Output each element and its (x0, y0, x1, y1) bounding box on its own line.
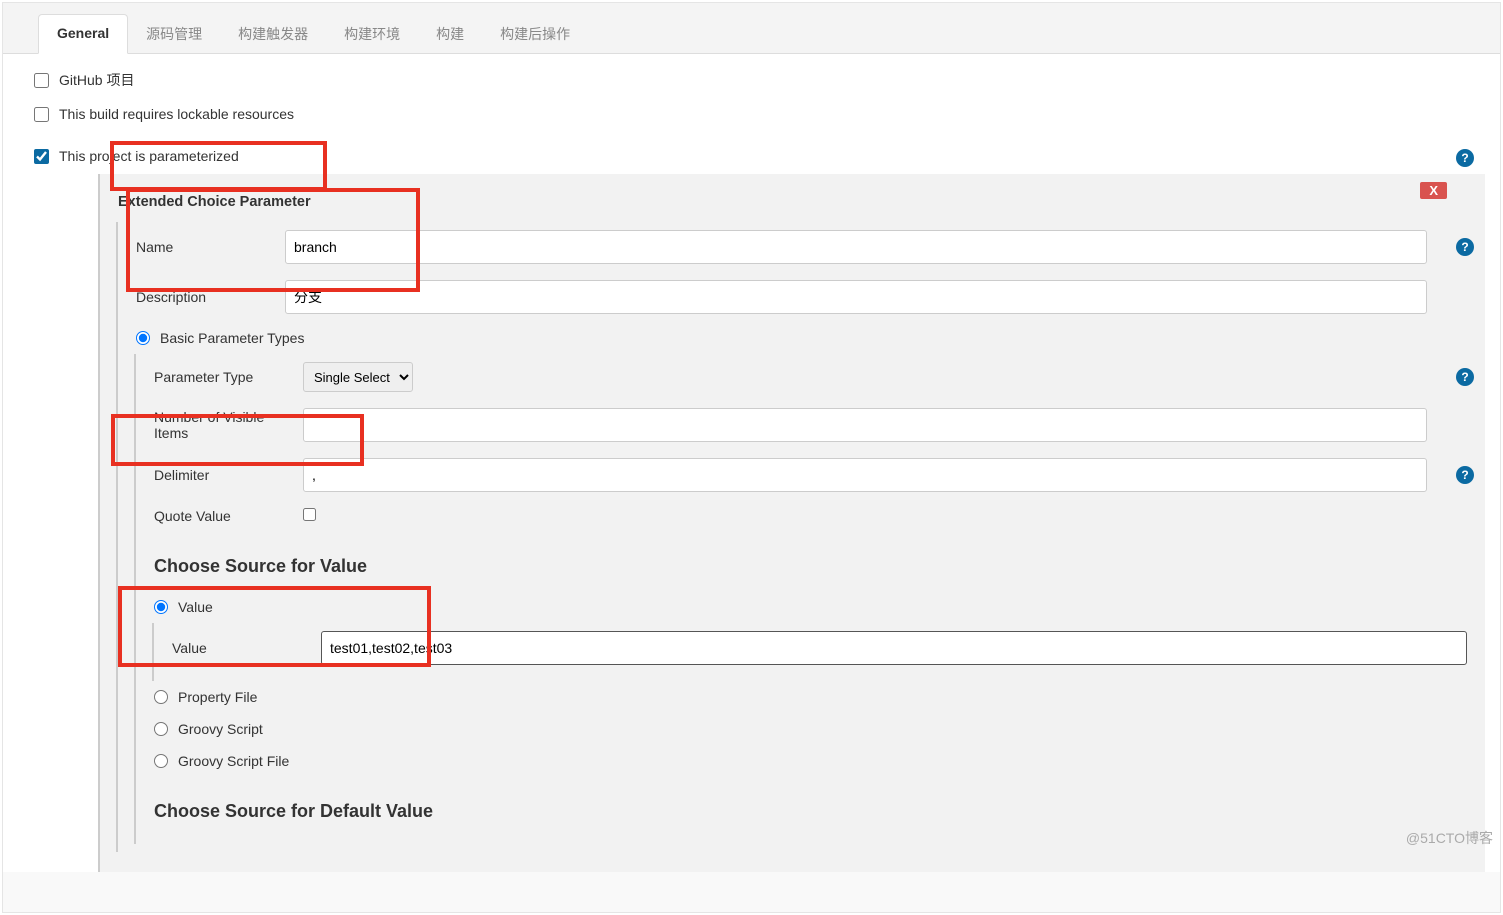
radio-basic-parameter-types[interactable] (136, 331, 150, 345)
tab-env[interactable]: 构建环境 (326, 14, 418, 54)
checkbox-quote-value[interactable] (303, 508, 316, 521)
help-icon[interactable]: ? (1456, 466, 1474, 484)
tab-scm[interactable]: 源码管理 (128, 14, 220, 54)
label-property-file: Property File (178, 689, 257, 705)
label-quote-value: Quote Value (154, 508, 299, 524)
checkbox-github-project[interactable] (34, 73, 49, 88)
help-icon[interactable]: ? (1456, 149, 1474, 167)
help-icon[interactable]: ? (1456, 368, 1474, 386)
section-header-extended-choice: Extended Choice Parameter (100, 174, 1485, 222)
row-groovy-script: Groovy Script (136, 713, 1485, 745)
label-visible-items: Number of Visible Items (154, 409, 299, 441)
label-basic-parameter-types: Basic Parameter Types (160, 330, 304, 346)
tab-triggers[interactable]: 构建触发器 (220, 14, 326, 54)
heading-choose-source-value: Choose Source for Value (136, 532, 1485, 591)
checkbox-lockable[interactable] (34, 107, 49, 122)
help-icon[interactable]: ? (1456, 238, 1474, 256)
row-groovy-script-file: Groovy Script File (136, 745, 1485, 777)
radio-source-value[interactable] (154, 600, 168, 614)
label-description: Description (136, 289, 281, 305)
label-source-value: Value (178, 599, 213, 615)
label-delimiter: Delimiter (154, 467, 299, 483)
label-lockable: This build requires lockable resources (59, 106, 294, 122)
row-parameterized: This project is parameterized (18, 142, 1445, 170)
row-github-project: GitHub 项目 (18, 64, 1485, 96)
radio-groovy-script-file[interactable] (154, 754, 168, 768)
label-groovy-script: Groovy Script (178, 721, 263, 737)
input-description[interactable] (285, 280, 1427, 314)
input-value[interactable] (321, 631, 1467, 665)
heading-choose-source-default: Choose Source for Default Value (136, 777, 1485, 836)
input-delimiter[interactable] (303, 458, 1427, 492)
config-tabs: General 源码管理 构建触发器 构建环境 构建 构建后操作 (3, 3, 1500, 54)
tab-build[interactable]: 构建 (418, 14, 482, 54)
label-parameterized: This project is parameterized (59, 148, 239, 164)
label-name: Name (136, 239, 281, 255)
extended-choice-parameter-block: X Extended Choice Parameter Name ? (98, 174, 1485, 872)
row-property-file: Property File (136, 681, 1485, 713)
checkbox-parameterized[interactable] (34, 149, 49, 164)
select-parameter-type[interactable]: Single Select (303, 362, 413, 392)
watermark: @51CTO博客 (1406, 828, 1493, 848)
tab-general[interactable]: General (38, 14, 128, 54)
radio-groovy-script[interactable] (154, 722, 168, 736)
row-lockable: This build requires lockable resources (18, 100, 1485, 128)
row-source-value: Value (136, 591, 1485, 623)
radio-property-file[interactable] (154, 690, 168, 704)
label-parameter-type: Parameter Type (154, 369, 299, 385)
row-basic-parameter-types: Basic Parameter Types (118, 322, 1485, 354)
input-name[interactable] (285, 230, 1427, 264)
label-github-project: GitHub 项目 (59, 70, 134, 90)
label-value-field: Value (172, 640, 317, 656)
tab-postbuild[interactable]: 构建后操作 (482, 14, 588, 54)
delete-parameter-button[interactable]: X (1420, 182, 1447, 199)
label-groovy-script-file: Groovy Script File (178, 753, 289, 769)
input-visible-items[interactable] (303, 408, 1427, 442)
